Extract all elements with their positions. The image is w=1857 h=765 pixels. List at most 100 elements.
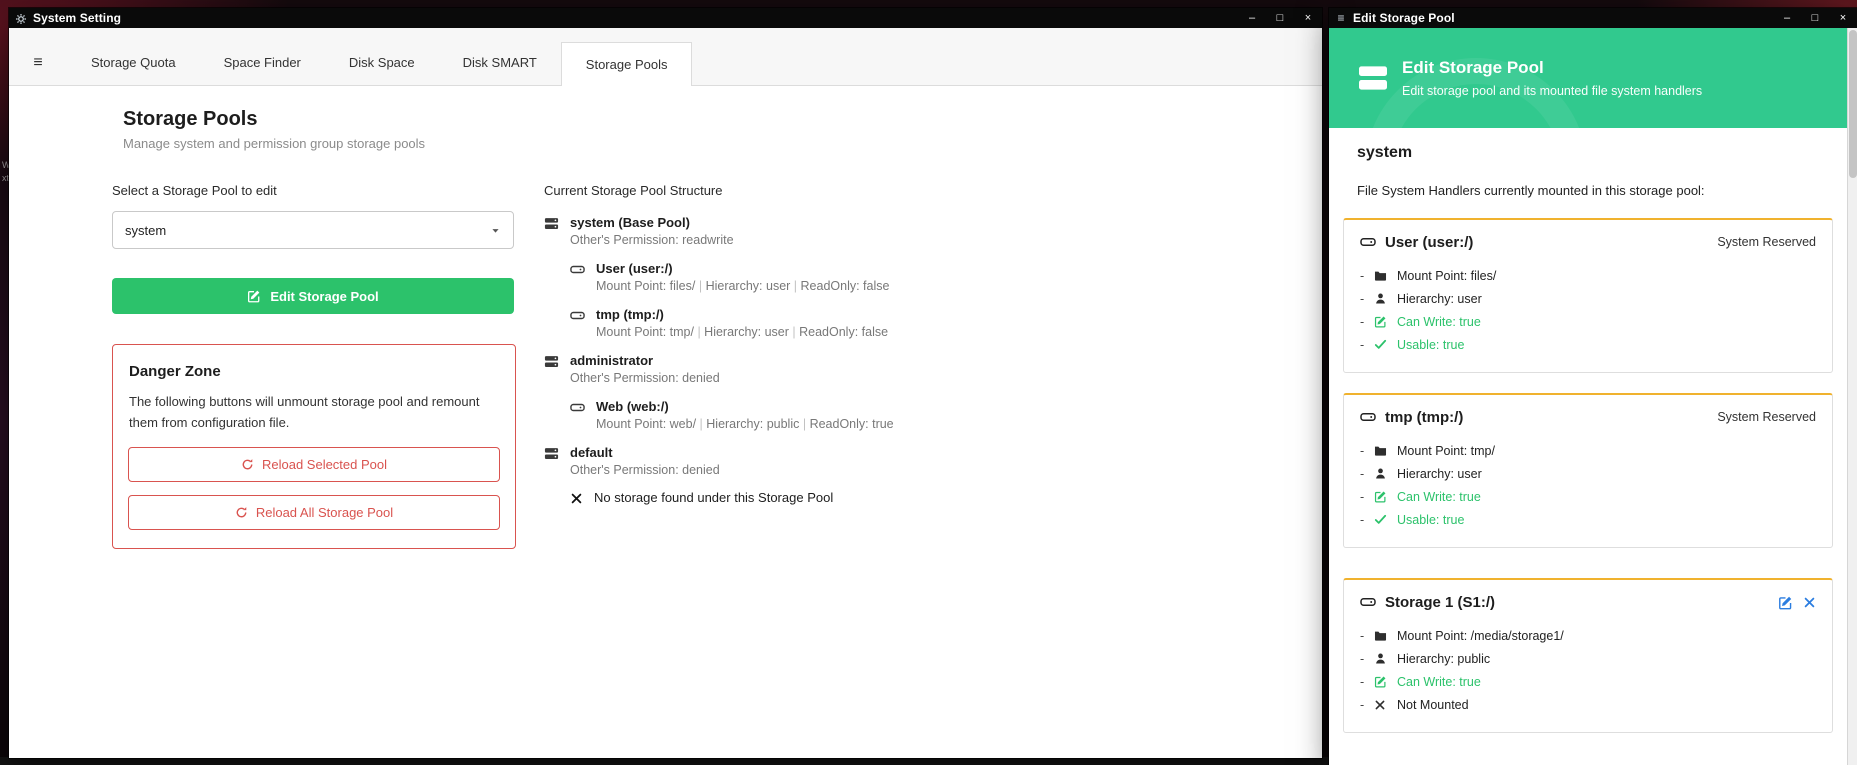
danger-zone-description: The following buttons will unmount stora… [129,392,481,434]
server-stack-icon [1357,62,1389,94]
pool-name: default [570,444,720,461]
handler-card-storage1: Storage 1 (S1:/) Mount Point: /media/sto… [1343,578,1833,733]
scrollbar-thumb[interactable] [1849,30,1857,178]
storage-pool-select[interactable]: system [112,211,514,249]
maximize-button[interactable]: □ [1266,8,1294,28]
hdd-icon [570,261,587,277]
usable-item: Usable: true [1360,333,1816,356]
user-icon [1374,467,1389,480]
edit-storage-pool-button[interactable]: Edit Storage Pool [112,278,514,314]
handler-card-user: User (user:/) System Reserved Mount Poin… [1343,218,1833,373]
storage-name: User (user:/) [596,260,889,277]
pool-permission: Other's Permission: denied [570,370,720,387]
user-icon [1374,292,1389,305]
hierarchy-item: Hierarchy: user [1360,287,1816,310]
can-write-item: Can Write: true [1360,310,1816,333]
system-setting-titlebar[interactable]: System Setting – □ × [9,8,1322,28]
tree-storage-tmp: tmp (tmp:/) Mount Point: tmp/ | Hierarch… [570,306,1322,341]
hamburger-icon: ≡ [1329,11,1353,25]
edit-icon [1374,490,1389,503]
can-write-item: Can Write: true [1360,670,1816,693]
page-title: Storage Pools [123,108,1322,131]
hdd-icon [1360,233,1376,251]
refresh-icon [235,506,248,519]
x-icon [570,490,584,505]
storage-details: Mount Point: tmp/ | Hierarchy: user | Re… [596,324,888,341]
edit-storage-pool-window: ≡ Edit Storage Pool – □ × Edit Storage P… [1329,8,1857,765]
empty-pool-message: No storage found under this Storage Pool [570,490,1322,505]
remove-handler-button[interactable] [1803,596,1816,609]
tab-disk-space[interactable]: Disk Space [325,41,439,85]
not-mounted-item: Not Mounted [1360,693,1816,716]
close-button[interactable]: × [1294,8,1322,28]
edit-handler-button[interactable] [1778,595,1793,610]
pool-permission: Other's Permission: readwrite [570,232,734,249]
storage-name: Web (web:/) [596,398,894,415]
handler-name: Storage 1 (S1:/) [1385,594,1778,611]
danger-zone-title: Danger Zone [129,363,500,380]
tab-storage-pools[interactable]: Storage Pools [561,42,693,86]
pool-permission: Other's Permission: denied [570,462,720,479]
tab-space-finder[interactable]: Space Finder [200,41,325,85]
pool-name: administrator [570,352,720,369]
danger-zone-panel: Danger Zone The following buttons will u… [112,344,516,549]
selected-pool-value: system [125,223,490,238]
system-setting-window: System Setting – □ × ≡ Storage Quota Spa… [9,8,1322,758]
reload-all-pools-button[interactable]: Reload All Storage Pool [128,495,500,530]
tree-storage-web: Web (web:/) Mount Point: web/ | Hierarch… [570,398,1322,433]
handler-name: User (user:/) [1385,234,1717,251]
usable-item: Usable: true [1360,508,1816,531]
tree-pool-default: default Other's Permission: denied No st… [544,444,1322,505]
edit-pool-header: Edit Storage Pool Edit storage pool and … [1329,28,1857,128]
can-write-item: Can Write: true [1360,485,1816,508]
check-icon [1374,513,1389,526]
maximize-button[interactable]: □ [1801,8,1829,28]
window-title: Edit Storage Pool [1353,11,1773,25]
tree-pool-system: system (Base Pool) Other's Permission: r… [544,214,1322,341]
mount-point-item: Mount Point: files/ [1360,264,1816,287]
mount-point-item: Mount Point: /media/storage1/ [1360,624,1816,647]
hdd-icon [1360,593,1376,611]
hdd-icon [570,307,587,323]
select-pool-label: Select a Storage Pool to edit [112,183,514,198]
menu-button[interactable]: ≡ [9,41,67,85]
folder-icon [1374,629,1389,642]
header-title: Edit Storage Pool [1402,58,1702,78]
hdd-icon [1360,408,1376,426]
folder-icon [1374,444,1389,457]
minimize-button[interactable]: – [1773,8,1801,28]
user-icon [1374,652,1389,665]
system-reserved-badge: System Reserved [1717,235,1816,249]
desktop-icon-label-fragment: xt [2,173,9,183]
tree-storage-user: User (user:/) Mount Point: files/ | Hier… [570,260,1322,295]
storage-name: tmp (tmp:/) [596,306,888,323]
system-reserved-badge: System Reserved [1717,410,1816,424]
edit-pool-titlebar[interactable]: ≡ Edit Storage Pool – □ × [1329,8,1857,28]
handler-card-tmp: tmp (tmp:/) System Reserved Mount Point:… [1343,393,1833,548]
edit-icon [1374,315,1389,328]
storage-details: Mount Point: web/ | Hierarchy: public | … [596,416,894,433]
chevron-down-icon [490,224,501,236]
mount-point-item: Mount Point: tmp/ [1360,439,1816,462]
hierarchy-item: Hierarchy: user [1360,462,1816,485]
reload-selected-pool-button[interactable]: Reload Selected Pool [128,447,500,482]
gear-icon [9,11,33,25]
tab-storage-quota[interactable]: Storage Quota [67,41,200,85]
edit-icon [247,289,261,303]
server-icon [544,445,561,461]
minimize-button[interactable]: – [1238,8,1266,28]
pool-description: File System Handlers currently mounted i… [1357,183,1833,198]
server-icon [544,353,561,369]
tab-disk-smart[interactable]: Disk SMART [439,41,561,85]
close-button[interactable]: × [1829,8,1857,28]
tree-pool-administrator: administrator Other's Permission: denied… [544,352,1322,433]
header-subtitle: Edit storage pool and its mounted file s… [1402,84,1702,98]
scrollbar[interactable] [1847,28,1857,765]
x-icon [1374,699,1389,711]
hierarchy-item: Hierarchy: public [1360,647,1816,670]
window-title: System Setting [33,11,1238,25]
server-icon [544,215,561,231]
pool-name-heading: system [1357,144,1833,162]
pool-name: system (Base Pool) [570,214,734,231]
structure-label: Current Storage Pool Structure [544,183,1322,198]
